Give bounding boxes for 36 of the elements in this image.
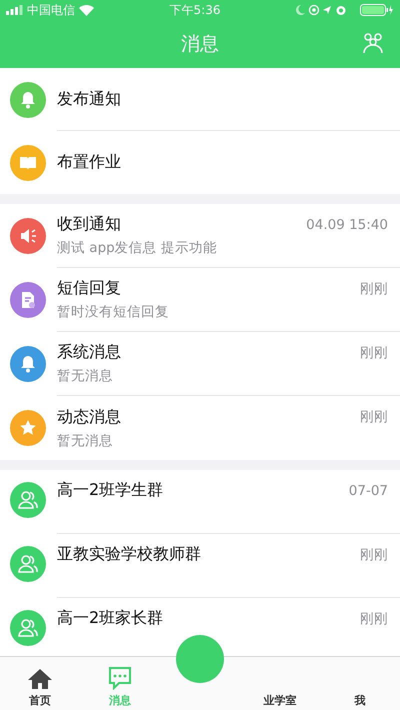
status-time: 下午5:36: [170, 2, 220, 18]
message-preview: 测试 app发信息 提示功能: [57, 239, 218, 257]
group-icon: [17, 553, 39, 575]
home-icon: [27, 668, 53, 690]
group-name[interactable]: 亚教实验学校教师群: [57, 544, 201, 565]
message-time: 刚刚: [360, 408, 388, 426]
message-title[interactable]: 动态消息: [57, 406, 121, 428]
group-icon: [17, 617, 39, 639]
group-icon: [17, 489, 39, 511]
message-time: 刚刚: [360, 546, 388, 564]
message-title[interactable]: 收到通知: [57, 214, 121, 235]
action-label[interactable]: 发布通知: [57, 88, 388, 110]
message-title[interactable]: 系统消息: [57, 342, 121, 363]
wifi-icon: [79, 4, 94, 16]
message-time: 07-07: [348, 482, 388, 498]
megaphone-icon: [18, 226, 38, 246]
group-name[interactable]: 高一2班家长群: [57, 608, 164, 629]
action-label[interactable]: 布置作业: [57, 152, 388, 173]
message-time: 刚刚: [360, 344, 388, 362]
battery-icon: [360, 4, 394, 16]
carrier-name: 中国电信: [27, 2, 75, 18]
message-title[interactable]: 短信回复: [57, 278, 121, 299]
message-preview: 暂时没有短信回复: [57, 303, 170, 321]
message-time: 04.09 15:40: [306, 216, 388, 232]
center-tab-button[interactable]: [176, 635, 224, 683]
page-title: 消息: [181, 32, 219, 57]
tab[interactable]: 业学室: [240, 657, 320, 710]
message-time: 刚刚: [360, 280, 388, 298]
message-preview: 暂无消息: [57, 367, 114, 385]
message-preview: 暂无消息: [57, 432, 114, 450]
tab[interactable]: 首页: [0, 657, 80, 710]
group-name[interactable]: 高一2班学生群: [57, 480, 164, 501]
signal-icon: [6, 5, 23, 15]
tab[interactable]: 我: [320, 657, 400, 710]
chat-icon: [107, 666, 133, 690]
message-time: 刚刚: [360, 610, 388, 628]
